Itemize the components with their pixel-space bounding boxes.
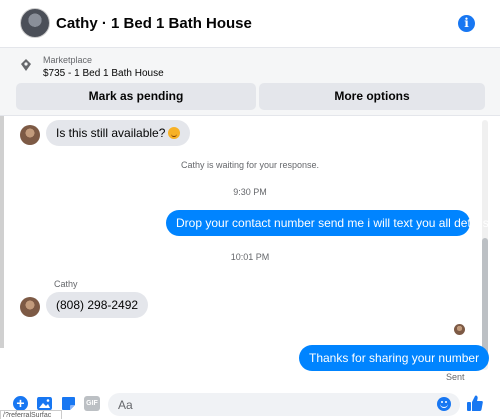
mark-as-pending-button[interactable]: Mark as pending bbox=[16, 83, 256, 110]
photo-icon[interactable] bbox=[37, 396, 52, 411]
seen-avatar bbox=[454, 324, 465, 335]
message-list: Is this still available? Cathy is waitin… bbox=[0, 116, 500, 386]
incoming-message[interactable]: (808) 298-2492 bbox=[46, 292, 149, 318]
message-input[interactable] bbox=[108, 393, 460, 416]
outgoing-message[interactable]: Thanks for sharing your number bbox=[299, 345, 490, 371]
sender-name: Cathy bbox=[54, 279, 78, 289]
emoji-icon[interactable] bbox=[437, 397, 451, 411]
marketplace-tag-icon bbox=[21, 59, 31, 71]
smile-emoji-icon bbox=[168, 127, 181, 139]
waiting-notice: Cathy is waiting for your response. bbox=[180, 160, 320, 170]
conversation-header: Cathy · 1 Bed 1 Bath House i bbox=[0, 0, 500, 48]
gif-icon[interactable]: GIF bbox=[84, 396, 100, 411]
thumbs-up-icon[interactable] bbox=[466, 394, 484, 412]
outgoing-message[interactable]: Drop your contact number send me i will … bbox=[166, 210, 489, 236]
listing-title[interactable]: $735 - 1 Bed 1 Bath House bbox=[43, 68, 164, 79]
more-options-button[interactable]: More options bbox=[259, 83, 485, 110]
marketplace-panel: Marketplace $735 - 1 Bed 1 Bath House Ma… bbox=[0, 48, 500, 116]
conversation-title[interactable]: Cathy · 1 Bed 1 Bath House bbox=[56, 15, 252, 32]
contact-avatar-small[interactable] bbox=[20, 125, 40, 145]
contact-avatar-small[interactable] bbox=[20, 297, 40, 317]
info-icon[interactable]: i bbox=[458, 15, 475, 32]
plus-icon[interactable]: + bbox=[13, 396, 28, 411]
message-composer: + GIF bbox=[0, 390, 500, 419]
sticker-icon[interactable] bbox=[61, 396, 76, 411]
timestamp: 10:01 PM bbox=[230, 252, 270, 262]
marketplace-label: Marketplace bbox=[43, 55, 93, 65]
contact-avatar[interactable] bbox=[20, 8, 50, 38]
message-text: Is this still available? bbox=[56, 126, 166, 140]
timestamp: 9:30 PM bbox=[233, 187, 267, 197]
message-status: Sent bbox=[446, 372, 465, 382]
status-url-preview: /?referralSurfac bbox=[0, 410, 62, 419]
incoming-message[interactable]: Is this still available? bbox=[46, 120, 191, 146]
